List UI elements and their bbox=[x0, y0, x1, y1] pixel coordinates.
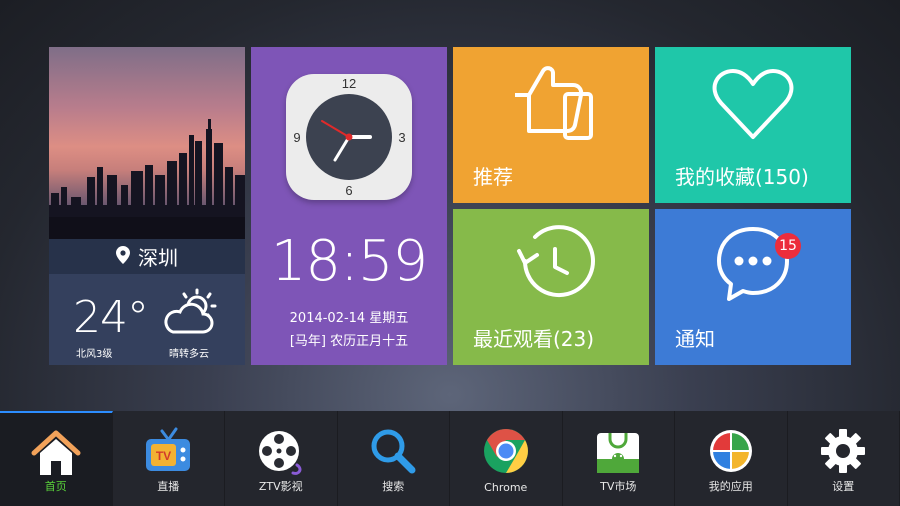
film-reel-icon bbox=[255, 425, 307, 477]
dock-item-settings[interactable]: 设置 bbox=[788, 411, 900, 506]
partly-cloudy-icon bbox=[161, 288, 223, 342]
svg-text:TV: TV bbox=[156, 449, 171, 463]
chrome-icon bbox=[480, 425, 532, 477]
location-pin-icon bbox=[116, 245, 130, 269]
tv-market-icon bbox=[592, 425, 644, 477]
wind-info: 北风3级 bbox=[76, 349, 113, 360]
history-clock-icon bbox=[453, 209, 649, 309]
chat-bubble-icon bbox=[655, 209, 851, 309]
dock-item-my-apps[interactable]: 我的应用 bbox=[675, 411, 788, 506]
dock-item-home[interactable]: 首页 bbox=[0, 411, 113, 506]
notification-count-badge: 15 bbox=[775, 233, 801, 259]
city-skyline-photo bbox=[49, 47, 245, 239]
dock-label-ztv: ZTV影视 bbox=[258, 480, 303, 493]
weather-tile[interactable]: 深圳 24° 北风3级 晴转多云 bbox=[49, 47, 245, 365]
heart-icon bbox=[655, 47, 851, 147]
current-time: 18:59 bbox=[270, 229, 428, 294]
search-icon bbox=[367, 425, 419, 477]
lunar-date: [马年] 农历正月十五 bbox=[289, 334, 409, 349]
favorites-tile[interactable]: 我的收藏(150) bbox=[655, 47, 851, 203]
dial-number-6: 6 bbox=[345, 183, 352, 198]
my-apps-icon bbox=[705, 425, 757, 477]
weather-details: 24° 北风3级 晴转多云 bbox=[49, 274, 245, 365]
dock-item-chrome[interactable]: Chrome bbox=[450, 411, 563, 506]
dock-item-live[interactable]: TV 直播 bbox=[113, 411, 225, 506]
city-bar: 深圳 bbox=[49, 239, 245, 274]
dock-item-search[interactable]: 搜索 bbox=[338, 411, 450, 506]
dock-label-tv-market: TV市场 bbox=[600, 480, 637, 493]
tv-icon: TV bbox=[142, 425, 194, 477]
dock-label-search: 搜索 bbox=[382, 480, 405, 493]
dock-item-ztv[interactable]: ZTV影视 bbox=[225, 411, 338, 506]
recommend-tile[interactable]: 推荐 bbox=[453, 47, 649, 203]
city-name: 深圳 bbox=[138, 246, 178, 270]
recommend-label: 推荐 bbox=[473, 165, 513, 189]
dock-label-chrome: Chrome bbox=[484, 481, 528, 494]
temperature: 24° bbox=[73, 292, 149, 343]
dial-number-3: 3 bbox=[398, 130, 405, 145]
history-label: 最近观看(23) bbox=[473, 327, 595, 351]
dial-number-9: 9 bbox=[293, 130, 300, 145]
clock-tile[interactable]: 12 3 6 9 18:59 2014-02-14 星期五 [马年] 农历正月十… bbox=[251, 47, 447, 365]
bottom-dock: 首页 TV 直播 ZTV影视 搜索 Chrome TV市场 我的应用 设置 bbox=[0, 411, 900, 506]
dock-label-my-apps: 我的应用 bbox=[708, 480, 753, 493]
dock-item-tv-market[interactable]: TV市场 bbox=[563, 411, 675, 506]
current-date: 2014-02-14 星期五 bbox=[289, 311, 409, 326]
notifications-tile[interactable]: 15 通知 bbox=[655, 209, 851, 365]
weather-condition: 晴转多云 bbox=[169, 349, 209, 360]
dock-label-settings: 设置 bbox=[832, 480, 855, 493]
clock-icon: 12 3 6 9 bbox=[286, 74, 412, 200]
notifications-label: 通知 bbox=[675, 327, 715, 351]
gear-icon bbox=[817, 425, 869, 477]
dock-label-live: 直播 bbox=[157, 480, 180, 493]
dock-label-home: 首页 bbox=[44, 480, 67, 493]
history-tile[interactable]: 最近观看(23) bbox=[453, 209, 649, 365]
home-icon bbox=[30, 427, 82, 479]
thumbs-up-icon bbox=[453, 47, 649, 147]
dial-number-12: 12 bbox=[342, 76, 356, 91]
favorites-label: 我的收藏(150) bbox=[675, 165, 809, 189]
